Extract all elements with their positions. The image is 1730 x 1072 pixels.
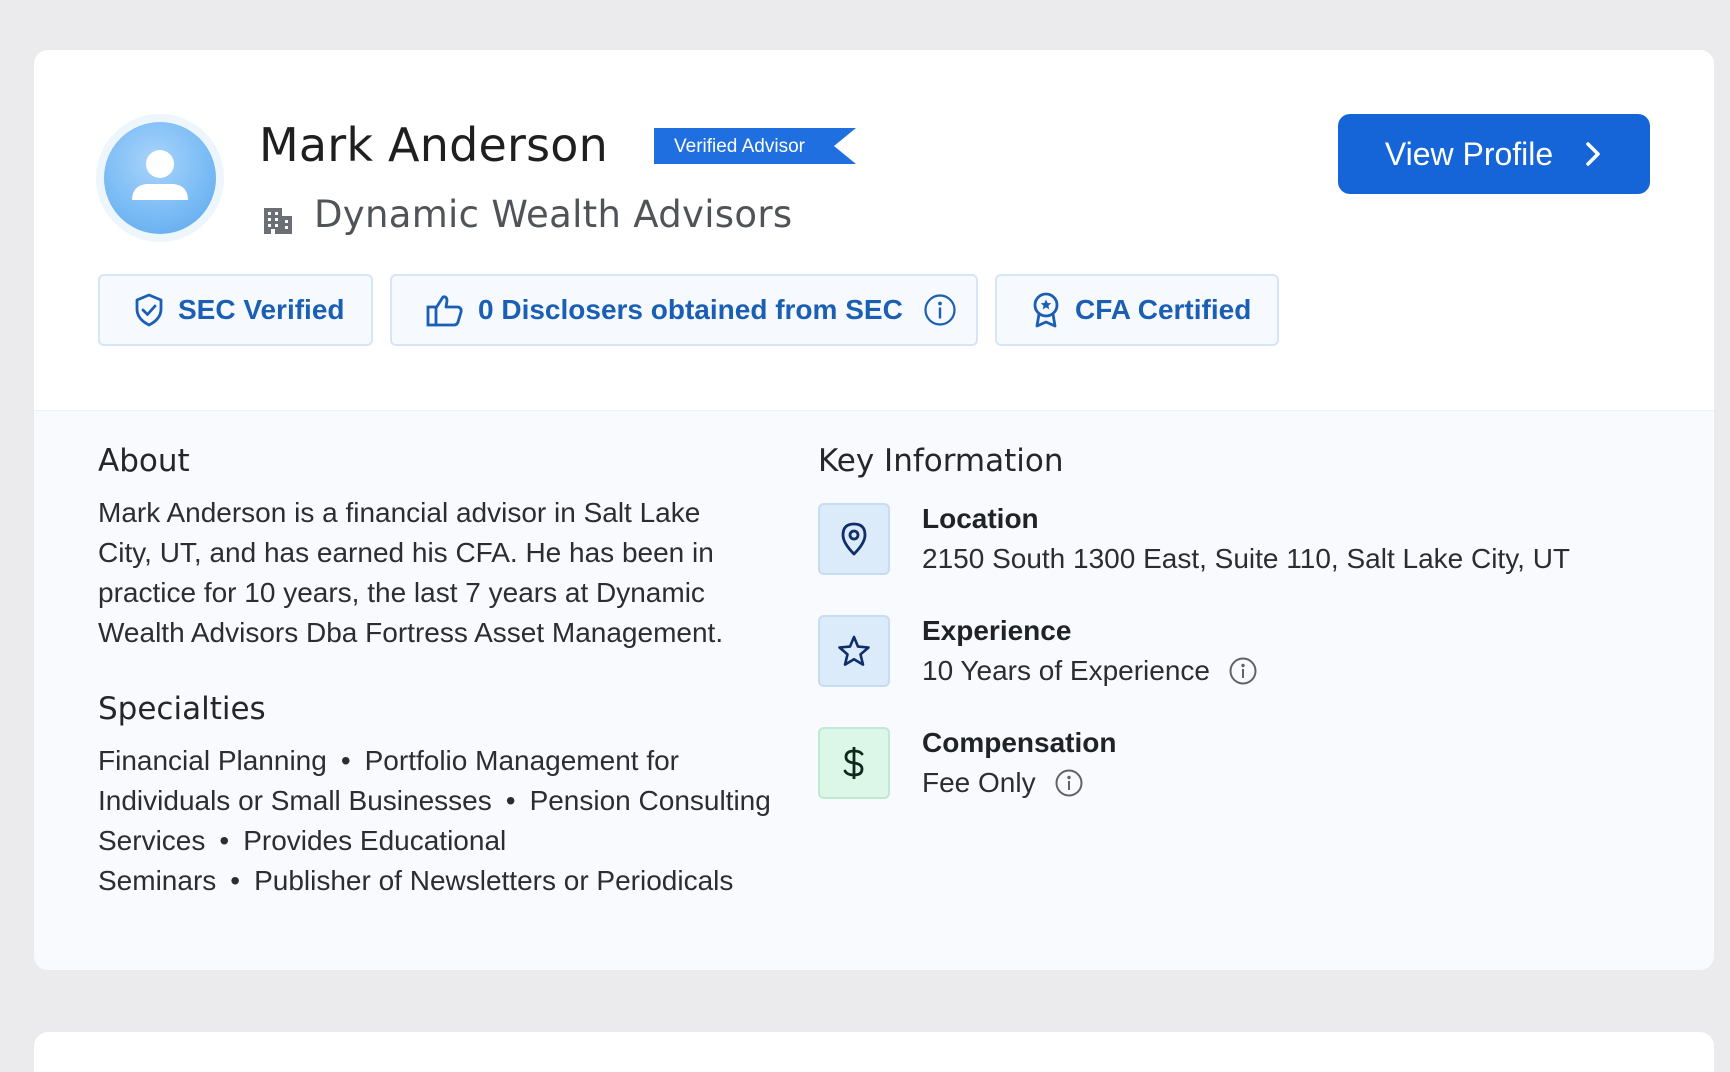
avatar-circle <box>104 122 216 234</box>
user-icon <box>132 150 188 200</box>
about-text: Mark Anderson is a financial advisor in … <box>98 493 758 653</box>
location-icon-box <box>818 503 890 575</box>
advisor-name: Mark Anderson <box>259 118 608 172</box>
chevron-right-icon <box>1586 142 1600 166</box>
card-details: About Mark Anderson is a financial advis… <box>34 410 1714 970</box>
badge-cfa-certified: CFA Certified <box>995 274 1279 346</box>
info-icon[interactable] <box>1054 768 1084 798</box>
badge-label: CFA Certified <box>1075 294 1252 325</box>
shield-check-icon <box>134 293 164 327</box>
key-information-title: Key Information <box>818 443 1064 479</box>
about-title: About <box>98 443 190 479</box>
location-value: 2150 South 1300 East, Suite 110, Salt La… <box>922 543 1570 575</box>
award-icon <box>1031 292 1061 328</box>
compensation-label: Compensation <box>922 727 1117 758</box>
view-profile-button[interactable]: View Profile <box>1338 114 1650 194</box>
about-line: City, UT, and has earned his CFA. He has… <box>98 537 714 568</box>
card-header: Mark Anderson Verified Advisor Dynamic W <box>34 50 1714 410</box>
advisor-card: Mark Anderson Verified Advisor Dynamic W <box>34 50 1714 970</box>
location-text: 2150 South 1300 East, Suite 110, Salt La… <box>922 543 1571 574</box>
verified-advisor-badge: Verified Advisor <box>654 128 856 164</box>
experience-value: 10 Years of Experience <box>922 655 1258 687</box>
info-icon[interactable] <box>923 293 957 327</box>
badge-label: 0 Disclosers obtained from SEC <box>478 294 903 325</box>
star-icon <box>838 635 870 666</box>
about-line: Mark Anderson is a financial advisor in … <box>98 497 701 528</box>
specialties-list: Financial Planning • Portfolio Management … <box>98 745 771 896</box>
specialties-title: Specialties <box>98 691 266 727</box>
specialty-item: Financial Planning <box>98 745 327 776</box>
badge-sec-verified: SEC Verified <box>98 274 373 346</box>
dollar-icon <box>843 747 864 779</box>
compensation-icon-box <box>818 727 890 799</box>
firm-name: Dynamic Wealth Advisors <box>314 193 793 236</box>
badge-label: SEC Verified <box>178 294 345 325</box>
compensation-text: Fee Only <box>922 767 1036 798</box>
badge-disclosers: 0 Disclosers obtained from SEC <box>390 274 978 346</box>
experience-icon-box <box>818 615 890 687</box>
specialty-item: Publisher of Newsletters or Periodicals <box>254 865 734 896</box>
next-advisor-card <box>34 1032 1714 1072</box>
thumbs-up-icon <box>426 293 464 327</box>
compensation-value: Fee Only <box>922 767 1084 799</box>
info-icon[interactable] <box>1228 656 1258 686</box>
verified-advisor-label: Verified Advisor <box>674 136 805 157</box>
view-profile-label: View Profile <box>1384 135 1554 172</box>
about-line: Wealth Advisors Dba Fortress Asset Manag… <box>98 617 724 648</box>
location-label: Location <box>922 503 1039 534</box>
building-icon <box>260 202 294 241</box>
experience-label: Experience <box>922 615 1072 646</box>
location-pin-icon <box>841 522 867 556</box>
about-line: practice for 10 years, the last 7 years … <box>98 577 705 608</box>
avatar <box>96 114 224 242</box>
experience-text: 10 Years of Experience <box>922 655 1210 686</box>
